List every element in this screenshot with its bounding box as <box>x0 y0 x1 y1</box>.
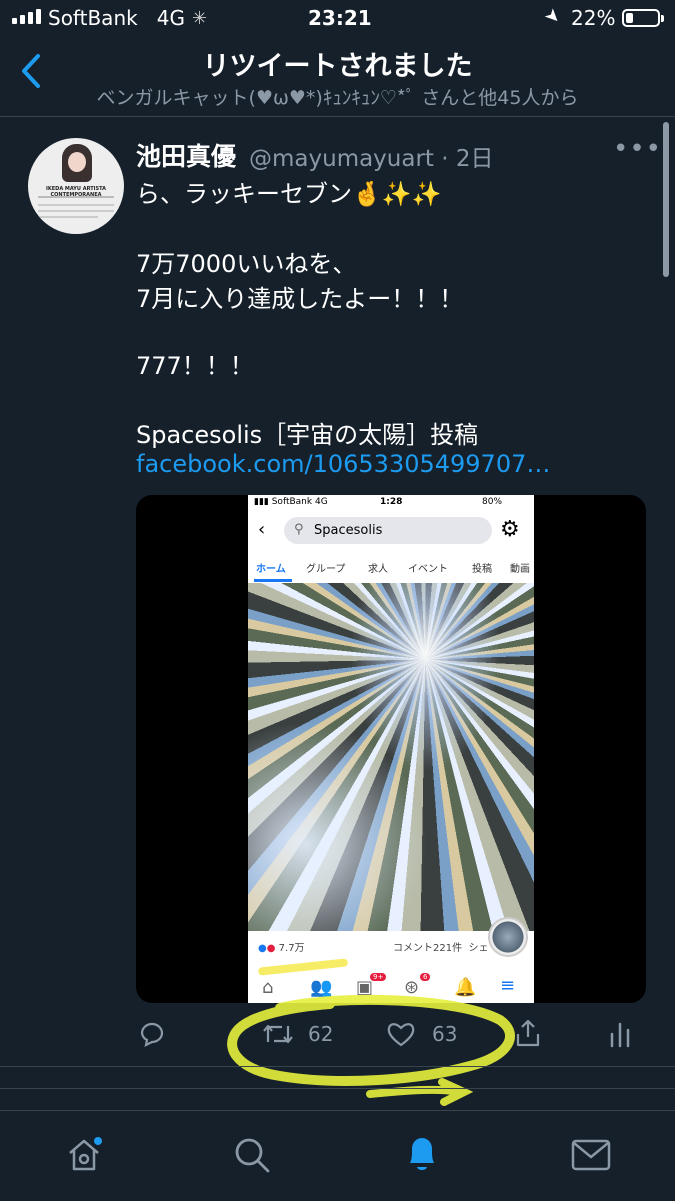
tweet-text-line: 7月に入り達成したよー！！！ <box>136 285 464 313</box>
page-title: リツイートされました <box>202 51 473 82</box>
mail-icon <box>571 1139 611 1171</box>
search-icon: ⚲ <box>294 522 304 537</box>
carrier-label: SoftBank 4G <box>48 6 186 30</box>
embedded-status-bar: ▮▮▮ SoftBank 4G 1:28 80% <box>254 497 503 507</box>
tweet-media-image[interactable]: ▮▮▮ SoftBank 4G 1:28 80% ‹ ⚲ Spacesolis … <box>136 495 646 1003</box>
bottom-tab-bar <box>0 1110 675 1201</box>
scrollbar[interactable] <box>663 122 669 277</box>
embedded-screenshot: ▮▮▮ SoftBank 4G 1:28 80% ‹ ⚲ Spacesolis … <box>248 495 534 1003</box>
home-icon <box>69 1137 102 1171</box>
more-options-button[interactable]: ••• <box>613 134 662 164</box>
tweet-divider <box>0 1066 675 1067</box>
highlight-annotation <box>227 994 515 1106</box>
signal-icon <box>12 9 41 24</box>
gear-icon: ⚙ <box>500 517 520 542</box>
embedded-reactions: ●● 7.7万 <box>258 943 305 954</box>
tweet-text-line: Spacesolis［宇宙の太陽］投稿 <box>136 421 479 449</box>
analytics-icon <box>610 1022 630 1048</box>
tab-search[interactable] <box>232 1135 272 1179</box>
tweet-text-line: ら、ラッキーセブン🤞✨✨ <box>136 180 442 208</box>
embedded-thumbnail <box>488 917 528 957</box>
header-divider <box>0 116 675 117</box>
location-icon: ➤ <box>539 3 566 30</box>
tweet-link[interactable]: facebook.com/10653305499707… <box>136 450 550 478</box>
search-icon <box>235 1138 270 1173</box>
avatar[interactable]: IKEDA MAYU ARTISTA CONTEMPORANEA <box>28 138 124 234</box>
bell-icon <box>410 1138 434 1170</box>
author-name[interactable]: 池田真優 <box>136 137 236 173</box>
embedded-comments: コメント221件 シェ <box>393 943 489 954</box>
status-bar: SoftBank 4G ✳ 23:21 ➤ 22% <box>0 0 675 38</box>
embedded-back-icon: ‹ <box>258 519 266 540</box>
tweet-text-line: 777！！！ <box>136 352 254 380</box>
battery-icon <box>622 9 664 27</box>
tweet-text-line: 7万7000いいねを、 <box>136 250 357 278</box>
spiral-artwork <box>248 583 534 931</box>
embedded-tabs: ホーム グループ 求人 イベント 投稿 動画 <box>248 553 534 584</box>
retweeted-by-label[interactable]: ベンガルキャット(♥ω♥*)ｷｭﾝｷｭﾝ♡*ﾟ さんと他45人から <box>0 83 675 110</box>
reply-icon <box>140 1022 164 1047</box>
tab-notifications[interactable] <box>402 1133 442 1179</box>
clock: 23:21 <box>308 6 372 30</box>
reply-button[interactable] <box>138 1020 166 1054</box>
tab-messages[interactable] <box>570 1137 612 1177</box>
analytics-button[interactable] <box>608 1020 632 1054</box>
tab-home[interactable] <box>64 1135 104 1179</box>
list-divider <box>0 1088 675 1089</box>
loading-icon: ✳ <box>192 8 208 29</box>
author-handle: @mayumayuart · 2日 <box>249 146 494 172</box>
embedded-search-bar: ⚲ Spacesolis <box>284 517 492 544</box>
battery-percent: 22% <box>571 6 616 30</box>
